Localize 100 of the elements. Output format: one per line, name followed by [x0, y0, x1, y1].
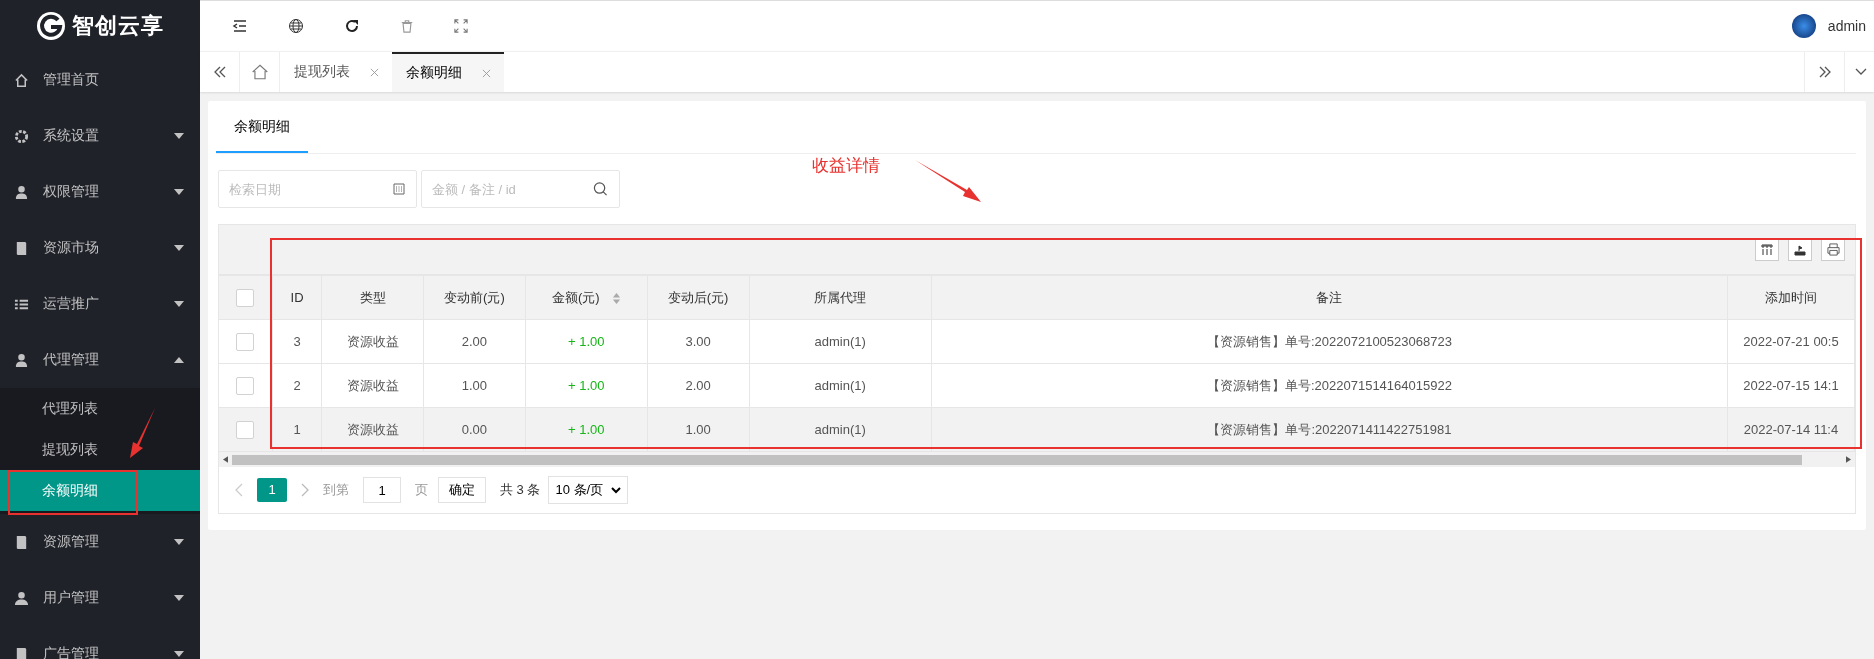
confirm-button[interactable]: 确定	[438, 477, 486, 503]
triangle-left-icon[interactable]	[223, 456, 228, 463]
chevron-left-icon[interactable]	[235, 483, 243, 497]
sidebar-item[interactable]: 用户管理	[0, 570, 200, 626]
close-icon[interactable]	[481, 68, 491, 78]
page-input[interactable]: 1	[363, 477, 401, 503]
caret-icon	[174, 595, 184, 601]
chevron-down-icon	[1855, 68, 1867, 76]
column-header: 备注	[931, 275, 1728, 320]
scroll-left-button[interactable]	[200, 52, 240, 92]
caret-icon	[174, 133, 184, 139]
sidebar-item[interactable]: 运营推广	[0, 276, 200, 332]
refresh-icon[interactable]	[344, 18, 360, 34]
horizontal-scrollbar[interactable]	[219, 452, 1855, 467]
sidebar-subitem[interactable]: 提现列表	[0, 429, 200, 470]
table-cell: 3	[272, 319, 322, 364]
sidebar-item[interactable]: 管理首页	[0, 52, 200, 108]
page-tab[interactable]: 提现列表	[280, 52, 392, 92]
page-label: 页	[415, 481, 428, 499]
user-name[interactable]: admin	[1827, 18, 1866, 34]
table-cell: + 1.00	[525, 363, 648, 408]
page-tab[interactable]: 余额明细	[392, 52, 504, 92]
table-cell: 2.00	[423, 319, 526, 364]
column-header: 所属代理	[749, 275, 932, 320]
table-cell: 【资源销售】单号:2022071514164015922	[931, 363, 1728, 408]
columns-button[interactable]	[1755, 238, 1779, 261]
menu-icon	[14, 184, 29, 200]
caret-icon	[174, 189, 184, 195]
scroll-right-button[interactable]	[1804, 52, 1844, 92]
column-header: 金额(元)	[525, 275, 648, 320]
table-cell: 2022-07-15 14:1	[1727, 363, 1855, 408]
globe-icon[interactable]	[288, 18, 304, 34]
logo-text: 智创云享	[72, 12, 164, 40]
sidebar-item[interactable]: 系统设置	[0, 108, 200, 164]
table-cell: 资源收益	[321, 363, 424, 408]
sidebar-subitem[interactable]: 代理列表	[0, 388, 200, 429]
menu-icon	[14, 240, 29, 256]
sidebar-item[interactable]: 代理管理	[0, 332, 200, 388]
close-icon[interactable]	[369, 67, 379, 77]
tab-menu-button[interactable]	[1844, 52, 1874, 92]
row-checkbox[interactable]	[236, 376, 255, 395]
table-cell: admin(1)	[749, 407, 932, 452]
table-cell: 【资源销售】单号:2022071411422751981	[931, 407, 1728, 452]
grid-icon	[1761, 243, 1773, 256]
search-icon	[593, 181, 608, 197]
table-cell: 2022-07-21 00:5	[1727, 319, 1855, 364]
column-header: 变动后(元)	[647, 275, 749, 320]
export-button[interactable]	[1788, 238, 1812, 261]
column-header: 类型	[321, 275, 424, 320]
table-cell: 3.00	[647, 319, 749, 364]
table-cell: admin(1)	[749, 363, 932, 408]
card-tab[interactable]: 余额明细	[216, 101, 308, 153]
sidebar-item[interactable]: 权限管理	[0, 164, 200, 220]
menu-icon	[14, 352, 29, 368]
goto-label: 到第	[323, 481, 349, 499]
table-cell: 2.00	[647, 363, 749, 408]
page-number[interactable]: 1	[257, 478, 287, 502]
chevron-right-icon[interactable]	[301, 483, 309, 497]
home-icon	[250, 63, 269, 81]
menu-icon	[14, 590, 29, 606]
menu-icon	[14, 646, 29, 659]
table-cell: 资源收益	[321, 319, 424, 364]
menu-icon	[14, 534, 29, 550]
select-all-checkbox[interactable]	[236, 288, 255, 307]
total-count: 共 3 条	[500, 481, 541, 499]
row-checkbox[interactable]	[236, 420, 255, 439]
menu-icon	[14, 128, 29, 144]
table-cell: 2	[272, 363, 322, 408]
print-button[interactable]	[1821, 238, 1845, 261]
trash-icon[interactable]	[400, 19, 414, 33]
sidebar-item[interactable]: 资源管理	[0, 514, 200, 570]
caret-icon	[174, 245, 184, 251]
sidebar-item[interactable]: 资源市场	[0, 220, 200, 276]
calendar-icon	[393, 183, 405, 195]
table-cell: 【资源销售】单号:2022072100523068723	[931, 319, 1728, 364]
collapse-menu-icon[interactable]	[232, 18, 248, 34]
page-size-select[interactable]: 10 条/页	[548, 476, 629, 504]
home-tab[interactable]	[240, 52, 280, 92]
caret-icon	[174, 539, 184, 545]
fullscreen-icon[interactable]	[454, 19, 468, 33]
chevron-down-icon	[611, 486, 622, 494]
avatar[interactable]	[1791, 14, 1816, 38]
caret-icon	[174, 357, 184, 363]
logo-icon	[36, 11, 66, 41]
caret-icon	[174, 651, 184, 657]
search-field[interactable]: 金额 / 备注 / id	[421, 170, 620, 208]
column-header: 变动前(元)	[423, 275, 526, 320]
column-header: 添加时间	[1727, 275, 1855, 320]
triangle-right-icon[interactable]	[1846, 456, 1851, 463]
menu-icon	[14, 72, 29, 88]
caret-icon	[174, 301, 184, 307]
date-field[interactable]: 检索日期	[218, 170, 417, 208]
table-cell: admin(1)	[749, 319, 932, 364]
row-checkbox[interactable]	[236, 332, 255, 351]
export-icon	[1794, 243, 1806, 256]
annotation-label: 收益详情	[812, 155, 880, 177]
sort-icon[interactable]	[611, 291, 621, 305]
table-cell: 1.00	[423, 363, 526, 408]
printer-icon	[1826, 243, 1840, 256]
sidebar-subitem[interactable]: 余额明细	[0, 470, 200, 511]
